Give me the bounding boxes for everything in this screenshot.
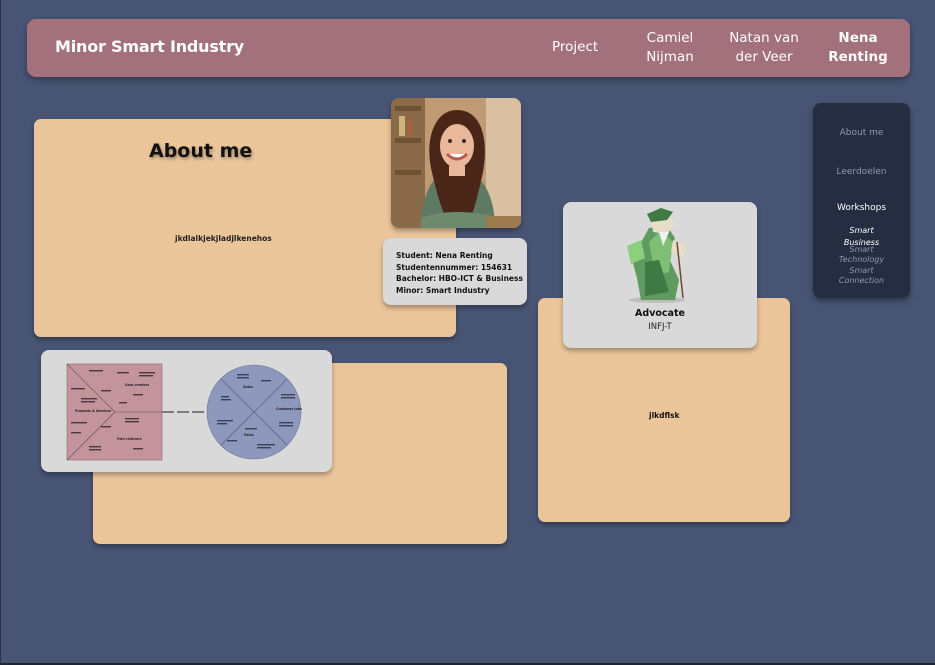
sidebar-sub-smart-technology[interactable]: Smart Technology [813, 245, 910, 265]
student-minor: Minor: Smart Industry [396, 285, 490, 295]
products-services-label: Products & Services [75, 409, 111, 413]
sidebar-item-workshops[interactable]: Workshops [813, 203, 910, 213]
personality-card: Advocate INFJ-T [563, 202, 757, 348]
student-info-card: Student: Nena Renting Studentennummer: 1… [383, 238, 527, 305]
sidebar-menu: About me Leerdoelen Workshops Smart Busi… [813, 103, 910, 298]
value-proposition-canvas: Gain creators Products & Services Pain r… [66, 363, 302, 461]
nav-project[interactable]: Project [552, 38, 598, 57]
nav-natan-van-der-veer[interactable]: Natan van der Veer [727, 29, 801, 67]
persona-name: Advocate [635, 308, 685, 319]
pain-relievers-label: Pain relievers [117, 437, 142, 441]
value-proposition-canvas-card: Gain creators Products & Services Pain r… [41, 350, 332, 472]
sidebar-sub-smart-connection[interactable]: Smart Connection [813, 266, 910, 286]
about-me-text: jkdlalkjekjladjlkenehos [175, 234, 272, 243]
student-bachelor: Bachelor: HBO-ICT & Business [396, 274, 523, 283]
notes-text: jlkdflsk [649, 411, 680, 420]
student-name: Student: Nena Renting [396, 251, 493, 260]
top-navbar: Minor Smart Industry Project Camiel Nijm… [27, 19, 910, 77]
persona-type: INFJ-T [648, 322, 672, 332]
sidebar-item-leerdoelen[interactable]: Leerdoelen [813, 167, 910, 177]
profile-photo [391, 98, 521, 228]
site-brand[interactable]: Minor Smart Industry [55, 37, 244, 56]
gain-creators-label: Gain creators [125, 383, 149, 387]
advocate-figure [627, 208, 687, 303]
nav-camiel-nijman[interactable]: Camiel Nijman [642, 29, 698, 67]
sidebar-item-about-me[interactable]: About me [813, 128, 910, 138]
nav-nena-renting[interactable]: Nena Renting [825, 29, 891, 67]
gains-label: Gains [243, 385, 253, 389]
student-number: Studentennummer: 154631 [396, 262, 513, 272]
customer-jobs-label: Customer Jobs [276, 407, 302, 411]
pains-label: Pains [244, 433, 254, 437]
about-me-title: About me [149, 140, 253, 162]
